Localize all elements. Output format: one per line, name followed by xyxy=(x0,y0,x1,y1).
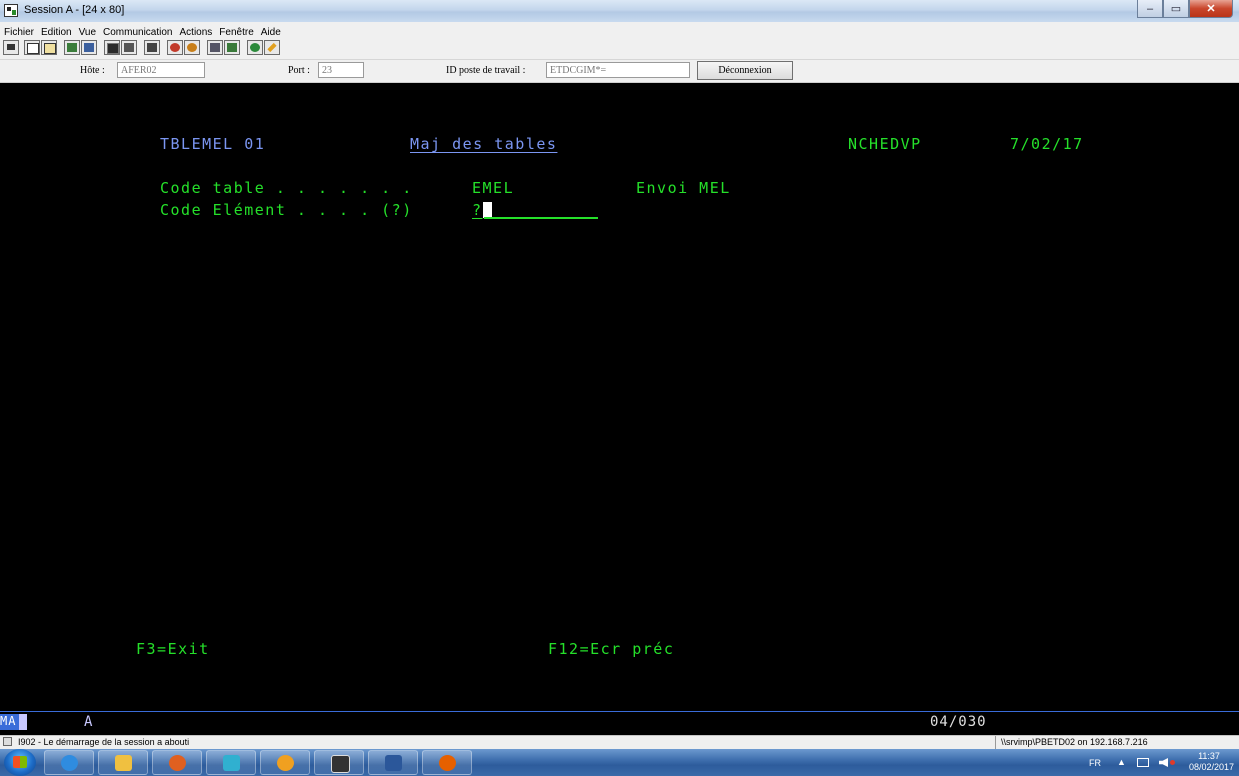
code-table-description: Envoi MEL xyxy=(636,179,731,197)
start-button[interactable] xyxy=(4,749,36,776)
f12-previous-key[interactable]: F12=Ecr préc xyxy=(548,641,674,658)
settings-icon[interactable] xyxy=(224,40,240,55)
word-icon[interactable] xyxy=(368,750,418,775)
firefox-icon[interactable] xyxy=(422,750,472,775)
operator-info-area: MA A 04/030 xyxy=(0,711,1239,732)
internet-explorer-icon[interactable] xyxy=(44,750,94,775)
toolbar xyxy=(0,37,1239,60)
session-status-icon xyxy=(3,737,12,746)
cursor-position: 04/030 xyxy=(930,714,987,730)
volume-icon[interactable] xyxy=(1159,758,1168,767)
file-explorer-icon[interactable] xyxy=(98,750,148,775)
input-field-underline xyxy=(484,217,598,219)
macro-play-icon[interactable] xyxy=(184,40,200,55)
taskbar: FR ▲ 11:37 08/02/2017 xyxy=(0,749,1239,776)
paste-icon[interactable] xyxy=(41,40,57,55)
network-icon[interactable] xyxy=(1137,758,1149,767)
screen-date: 7/02/17 xyxy=(1010,135,1084,153)
window-title: Session A - [24 x 80] xyxy=(24,4,125,16)
macro-record-icon[interactable] xyxy=(167,40,183,55)
title-bar: Session A - [24 x 80] ‒ ▭ ✕ xyxy=(0,0,1239,23)
menu-bar: Fichier Edition Vue Communication Actions Fen… xyxy=(0,22,1239,38)
disconnect-button[interactable]: Déconnexion xyxy=(697,61,793,80)
minimize-button[interactable]: ‒ xyxy=(1137,0,1163,18)
connection-bar: Hôte : AFER02 Port : 23 ID poste de trav… xyxy=(0,60,1239,83)
receive-file-icon[interactable] xyxy=(81,40,97,55)
port-field[interactable]: 23 xyxy=(318,62,364,78)
text-cursor xyxy=(482,202,492,218)
code-element-label: Code Elément . . . . (?) xyxy=(160,201,413,219)
session-indicator: A xyxy=(84,714,94,730)
screen-title: Maj des tables xyxy=(410,135,558,153)
status-divider xyxy=(995,736,996,749)
user-id: NCHEDVP xyxy=(848,135,922,153)
clock-time: 11:37 xyxy=(1198,751,1220,761)
print-screen-icon[interactable] xyxy=(3,40,19,55)
close-button[interactable]: ✕ xyxy=(1189,0,1233,18)
web-icon[interactable] xyxy=(247,40,263,55)
host-field[interactable]: AFER02 xyxy=(117,62,205,78)
network-app-icon[interactable] xyxy=(206,750,256,775)
terminal-emulator-icon[interactable] xyxy=(314,750,364,775)
show-hidden-icons-icon[interactable]: ▲ xyxy=(1117,757,1126,767)
system-tray: FR ▲ 11:37 08/02/2017 xyxy=(1039,749,1239,776)
copy-icon[interactable] xyxy=(24,40,40,55)
terminal-screen[interactable]: TBLEMEL 01 Maj des tables NCHEDVP 7/02/1… xyxy=(0,83,1239,710)
mode-indicator: MA xyxy=(0,714,19,730)
print-icon[interactable] xyxy=(144,40,160,55)
workstation-label: ID poste de travail : xyxy=(446,65,526,76)
port-label: Port : xyxy=(288,65,310,76)
language-indicator[interactable]: FR xyxy=(1089,758,1101,768)
status-bar: I902 - Le démarrage de la session a abou… xyxy=(0,735,1239,749)
host-label: Hôte : xyxy=(80,65,105,76)
clock-date: 08/02/2017 xyxy=(1189,762,1235,772)
code-table-value: EMEL xyxy=(472,179,515,197)
code-table-label: Code table . . . . . . . xyxy=(160,179,413,197)
keyboard-icon[interactable] xyxy=(121,40,137,55)
program-id: TBLEMEL 01 xyxy=(160,135,266,153)
code-element-value: ? xyxy=(472,201,483,219)
workstation-field[interactable]: ETDCGIM*= xyxy=(546,62,690,78)
status-message: I902 - Le démarrage de la session a abou… xyxy=(18,737,190,747)
f3-exit-key[interactable]: F3=Exit xyxy=(136,641,210,658)
volume-muted-icon xyxy=(1170,760,1175,765)
app-icon xyxy=(4,4,18,17)
send-file-icon[interactable] xyxy=(64,40,80,55)
customize-icon[interactable] xyxy=(207,40,223,55)
display-icon[interactable] xyxy=(104,40,120,55)
edit-icon[interactable] xyxy=(264,40,280,55)
clock[interactable]: 11:37 08/02/2017 xyxy=(1189,751,1234,773)
maximize-button[interactable]: ▭ xyxy=(1163,0,1189,18)
app-icon-orange[interactable] xyxy=(260,750,310,775)
mode-block xyxy=(19,714,27,730)
connection-info: \\srvimp\PBETD02 on 192.168.7.216 xyxy=(1001,737,1148,747)
media-player-icon[interactable] xyxy=(152,750,202,775)
window-controls: ‒ ▭ ✕ xyxy=(1137,0,1233,19)
